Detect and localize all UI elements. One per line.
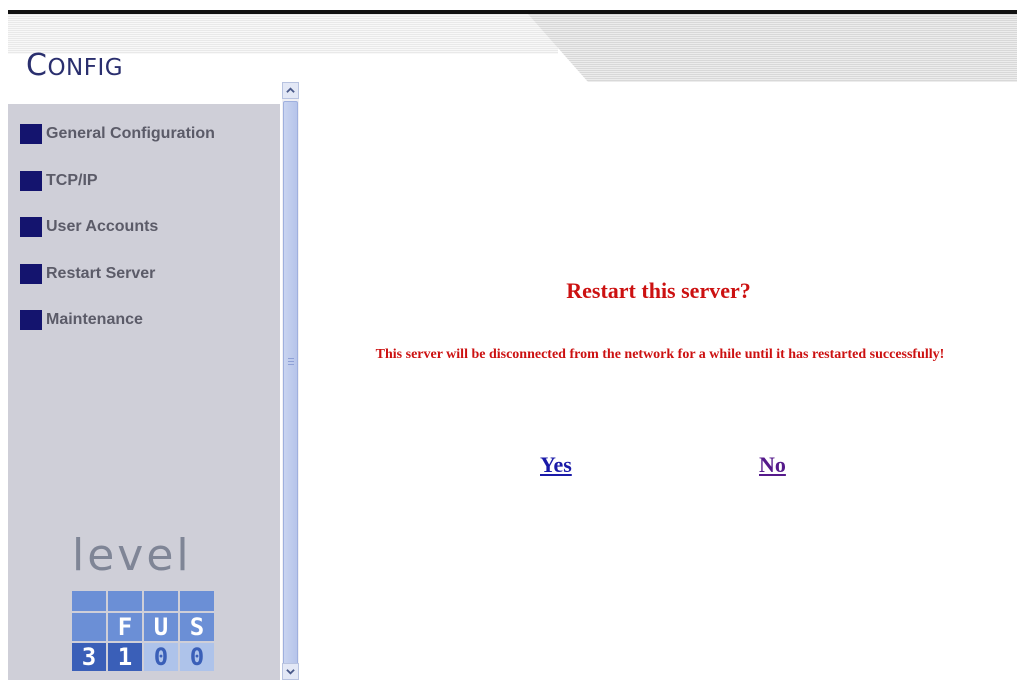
logo-cell [108,591,142,611]
bullet-square-icon [20,310,42,330]
sidebar-item-tcp-ip[interactable]: TCP/IP [20,170,215,218]
logo-fus: F U S [108,613,214,641]
scroll-thumb[interactable] [283,101,298,677]
bullet-square-icon [20,170,42,191]
sidebar-item-general-configuration[interactable]: General Configuration [20,124,215,171]
chevron-up-icon [286,87,295,93]
logo-digit: 3 [72,643,106,671]
brand-logo: level F U S 3 1 0 0 [72,534,222,674]
sidebar-nav: General Configuration TCP/IP User Accoun… [20,124,215,357]
header: CONFIG [8,14,1017,104]
logo-digit: 0 [144,643,178,671]
scroll-down-button[interactable] [282,663,299,680]
bullet-square-icon [20,263,42,284]
logo-cell [180,591,214,611]
app-title: CONFIG [26,48,124,83]
sidebar-item-label[interactable]: Restart Server [46,264,155,284]
logo-digit: 1 [108,643,142,671]
dialog-message: This server will be disconnected from th… [375,347,945,362]
logo-letter: U [144,613,178,641]
sidebar-item-restart-server[interactable]: Restart Server [20,263,215,311]
sidebar-item-label[interactable]: TCP/IP [46,171,98,191]
header-tab-shape [528,14,1017,82]
main-content: Restart this server? This server will be… [300,104,1017,680]
sidebar-item-user-accounts[interactable]: User Accounts [20,217,215,264]
logo-letter: S [180,613,214,641]
chevron-down-icon [286,669,295,675]
bullet-square-icon [20,217,42,237]
sidebar: General Configuration TCP/IP User Accoun… [8,104,280,680]
scroll-up-button[interactable] [282,82,299,99]
logo-cell [72,591,106,611]
sidebar-item-maintenance[interactable]: Maintenance [20,310,215,357]
logo-letter: F [108,613,142,641]
top-rule [0,0,1017,15]
sidebar-scrollbar[interactable] [282,82,299,680]
bullet-square-icon [20,124,42,144]
sidebar-item-label[interactable]: Maintenance [46,310,143,330]
sidebar-item-label[interactable]: General Configuration [46,124,215,144]
dialog-title: Restart this server? [566,278,751,303]
logo-cell [144,591,178,611]
sidebar-item-label[interactable]: User Accounts [46,217,158,237]
no-link[interactable]: No [759,452,786,478]
yes-link[interactable]: Yes [540,452,572,478]
logo-digit: 0 [180,643,214,671]
logo-cell [72,613,106,641]
logo-word: level [72,530,192,581]
grip-icon [288,358,294,366]
